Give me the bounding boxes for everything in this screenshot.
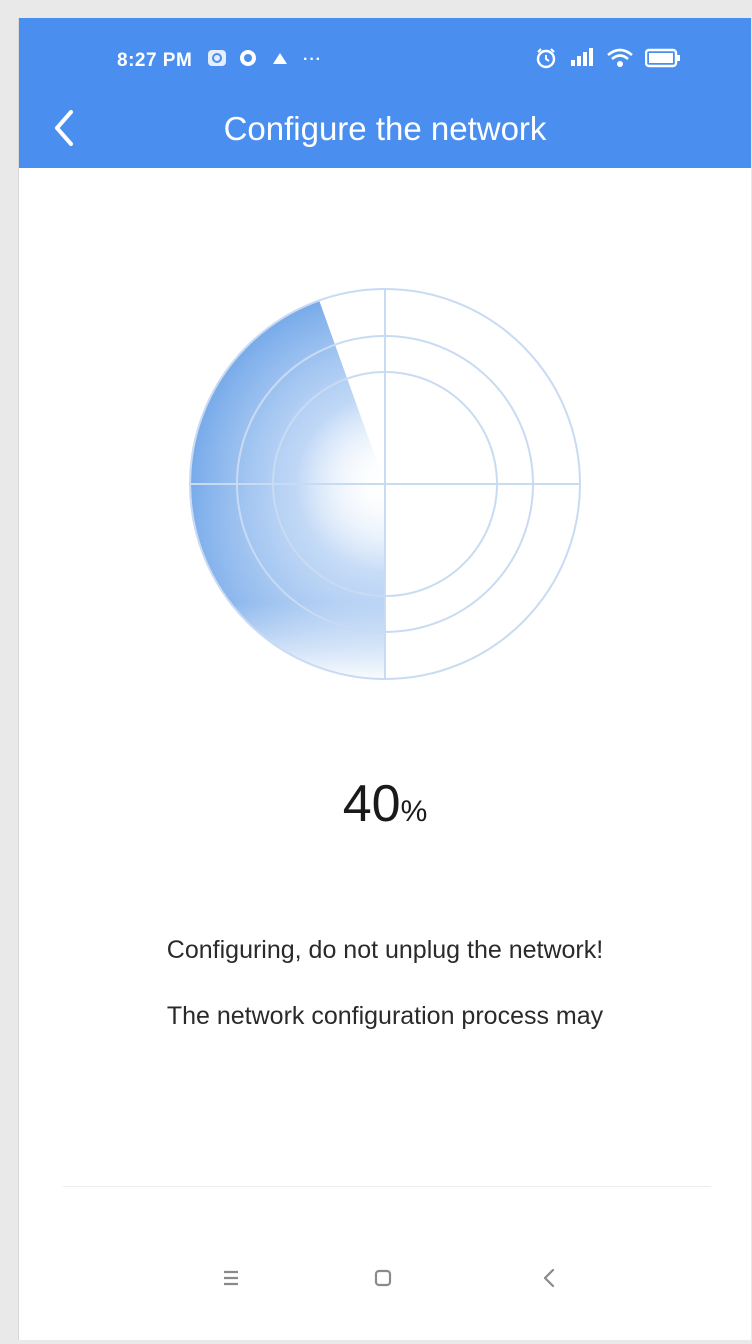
status-more-dots: ··· <box>303 51 322 68</box>
battery-icon <box>644 48 681 73</box>
alarm-icon <box>535 47 557 74</box>
radar-progress-graphic <box>187 286 583 682</box>
back-icon <box>543 1268 555 1288</box>
status-left-icons: ··· <box>207 49 322 72</box>
warning-message: Configuring, do not unplug the network! <box>166 936 604 964</box>
home-button[interactable] <box>361 1256 405 1300</box>
signal-icon <box>569 47 595 73</box>
menu-icon <box>224 1270 238 1286</box>
menu-button[interactable] <box>209 1256 253 1300</box>
wifi-icon <box>607 48 633 73</box>
bubble-dot-icon <box>239 49 257 72</box>
progress-value: 40 <box>342 775 401 833</box>
app-header: 8:27 PM ··· Configure the network <box>19 18 751 168</box>
notification-o-icon <box>207 49 227 72</box>
status-bar: 8:27 PM ··· <box>19 18 751 78</box>
system-nav-bar <box>19 1248 751 1308</box>
home-icon <box>374 1269 392 1287</box>
progress-unit: % <box>400 795 428 828</box>
page-title: Configure the network <box>223 110 547 147</box>
nav-divider <box>63 1186 711 1187</box>
status-right-icons <box>535 47 681 74</box>
cloud-icon <box>269 50 291 71</box>
status-time: 8:27 PM <box>117 50 193 71</box>
back-nav-button[interactable] <box>527 1256 571 1300</box>
phone-screen: 8:27 PM ··· Configure the network 40% Co… <box>18 18 751 1340</box>
progress-percentage: 40% <box>19 774 751 834</box>
info-message: The network configuration process may <box>166 1002 604 1030</box>
